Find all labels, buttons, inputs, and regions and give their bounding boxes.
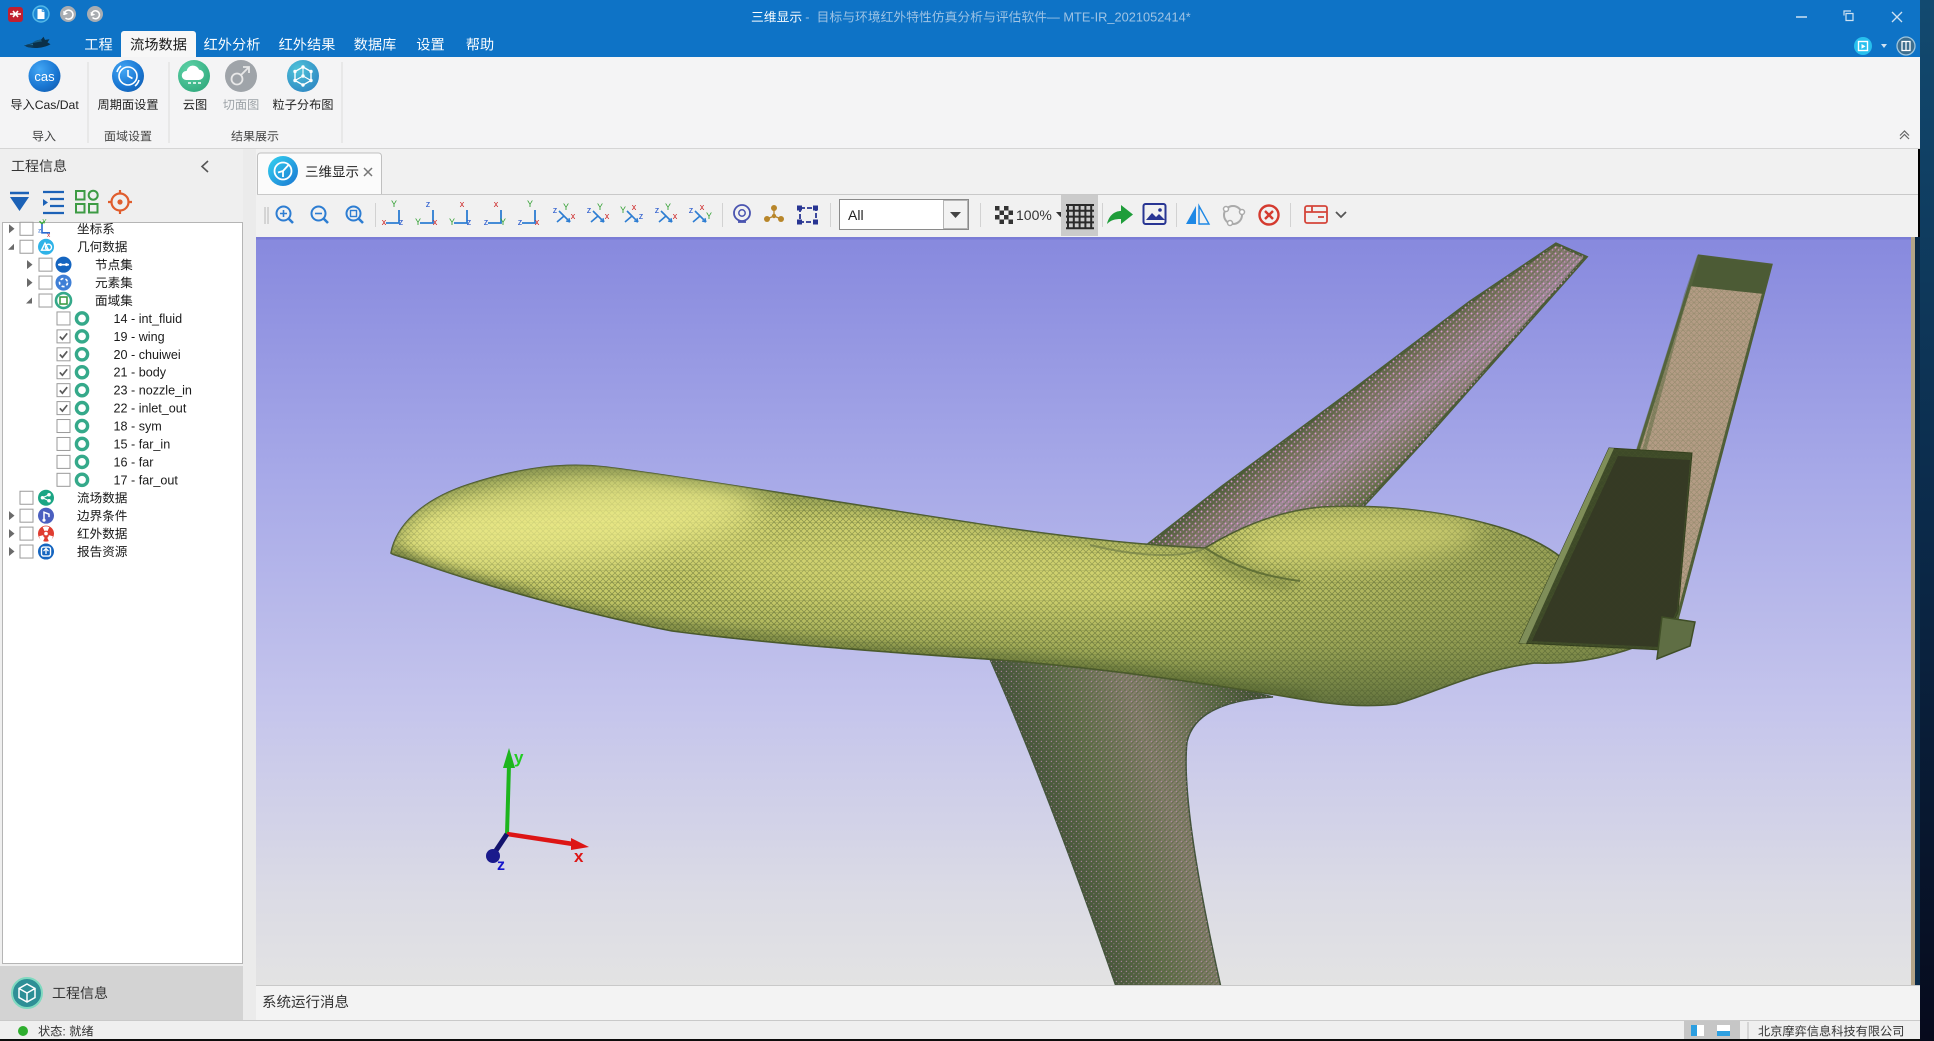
svg-text:z: z bbox=[399, 217, 404, 227]
svg-text:x: x bbox=[460, 199, 465, 209]
svg-text:z: z bbox=[497, 857, 505, 874]
svg-text:Y: Y bbox=[449, 217, 455, 227]
svg-text:Y: Y bbox=[706, 211, 712, 221]
svg-text:15 - far_in: 15 - far_in bbox=[114, 437, 171, 451]
svg-text:22 - inlet_out: 22 - inlet_out bbox=[114, 402, 187, 416]
svg-text:x: x bbox=[673, 211, 678, 221]
svg-text:y: y bbox=[514, 748, 524, 767]
svg-text:z: z bbox=[587, 205, 592, 215]
svg-text:x: x bbox=[700, 202, 705, 212]
svg-text:x: x bbox=[605, 211, 610, 221]
svg-text:21 - body: 21 - body bbox=[114, 366, 167, 380]
svg-text:Y: Y bbox=[665, 202, 671, 212]
svg-text:Y: Y bbox=[563, 202, 569, 212]
svg-text:Y: Y bbox=[597, 202, 603, 212]
svg-text:— MTE-IR_2021052414*: — MTE-IR_2021052414* bbox=[1047, 10, 1191, 25]
svg-text:z: z bbox=[426, 199, 431, 209]
svg-text:14 - int_fluid: 14 - int_fluid bbox=[114, 312, 183, 326]
svg-text:Cas/Dat: Cas/Dat bbox=[35, 98, 80, 112]
svg-text:z: z bbox=[639, 211, 644, 221]
svg-text:z: z bbox=[484, 217, 489, 227]
svg-text:All: All bbox=[848, 207, 864, 223]
svg-text:z: z bbox=[38, 227, 41, 234]
svg-text:z: z bbox=[518, 217, 523, 227]
svg-text:x: x bbox=[574, 847, 584, 866]
svg-text:Y: Y bbox=[42, 218, 47, 225]
svg-text:Y: Y bbox=[527, 199, 533, 209]
svg-text:100%: 100% bbox=[1016, 207, 1052, 223]
svg-text:x: x bbox=[494, 199, 499, 209]
svg-text:x: x bbox=[535, 217, 540, 227]
svg-text:z: z bbox=[553, 205, 558, 215]
svg-text:Y: Y bbox=[391, 199, 397, 209]
svg-text:Y: Y bbox=[620, 205, 626, 215]
svg-text:23 - nozzle_in: 23 - nozzle_in bbox=[114, 384, 192, 398]
svg-text:cas: cas bbox=[34, 69, 55, 84]
svg-text:17 - far_out: 17 - far_out bbox=[114, 473, 179, 487]
svg-text:Y: Y bbox=[415, 217, 421, 227]
svg-text:z: z bbox=[655, 205, 660, 215]
svg-text:16 - far: 16 - far bbox=[114, 455, 154, 469]
svg-text:Y: Y bbox=[500, 217, 506, 227]
svg-text:z: z bbox=[467, 217, 472, 227]
svg-text:-: - bbox=[805, 10, 809, 25]
svg-text:x: x bbox=[632, 202, 637, 212]
svg-text:x: x bbox=[571, 211, 576, 221]
svg-text:19 - wing: 19 - wing bbox=[114, 330, 165, 344]
svg-text::: : bbox=[62, 1025, 65, 1039]
svg-text:z: z bbox=[689, 205, 694, 215]
svg-text:18 - sym: 18 - sym bbox=[114, 420, 162, 434]
svg-text:x: x bbox=[433, 217, 438, 227]
svg-text:20 - chuiwei: 20 - chuiwei bbox=[114, 348, 181, 362]
svg-text:x: x bbox=[382, 217, 387, 227]
